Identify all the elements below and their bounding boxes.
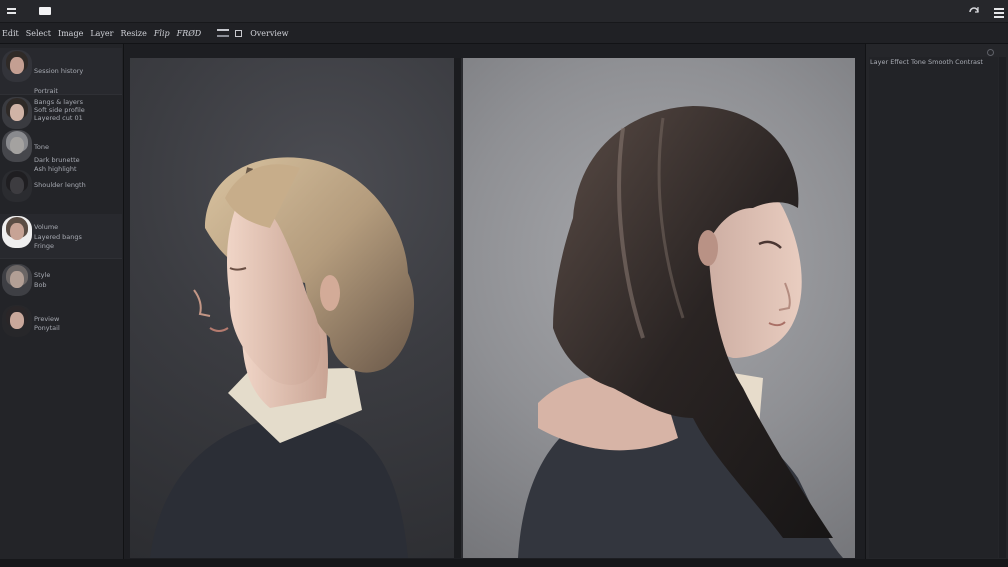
history-sidebar: Session history Portrait Bangs & layers … <box>0 44 124 559</box>
portrait-blonde-image <box>150 157 415 558</box>
refresh-icon[interactable] <box>966 4 982 18</box>
menu-icon[interactable] <box>991 4 1007 18</box>
menu-image[interactable]: Image <box>58 29 83 38</box>
history-item-label: Layered bangs <box>34 234 82 241</box>
menu-frod[interactable]: FRØD <box>177 29 202 38</box>
history-item-label: Ash highlight <box>34 166 77 173</box>
history-item-label: Shoulder length <box>34 182 86 189</box>
history-item[interactable]: Bangs & layers Soft side profile Layered… <box>0 95 122 131</box>
history-item-label: Bangs & layers <box>34 99 83 106</box>
history-item-label: Volume <box>34 224 59 231</box>
avatar <box>2 97 32 129</box>
avatar <box>2 264 32 296</box>
image-canvas-left[interactable] <box>130 58 454 558</box>
canvas-splitter[interactable] <box>454 58 461 558</box>
image-canvas-right[interactable] <box>461 58 855 558</box>
panel-content <box>869 57 998 558</box>
history-item-label: Style <box>34 272 51 279</box>
history-item[interactable]: Tone Dark brunette Ash highlight Shoulde… <box>0 130 122 212</box>
history-item-label: Session history <box>34 68 84 75</box>
square-icon[interactable] <box>235 29 243 37</box>
history-item[interactable]: Session history Portrait <box>0 48 122 95</box>
history-item-label: Layered cut 01 <box>34 115 83 122</box>
avatar <box>2 130 32 162</box>
layout-icon[interactable] <box>217 29 230 37</box>
menu-layer[interactable]: Layer <box>90 29 113 38</box>
menu-select[interactable]: Select <box>26 29 51 38</box>
properties-panel: Layer Effect Tone Smooth Contrast <box>865 44 1008 559</box>
info-icon[interactable] <box>987 49 994 56</box>
history-item-label: Ponytail <box>34 325 60 332</box>
divider <box>0 258 122 259</box>
history-item[interactable]: Volume Layered bangs Fringe <box>0 214 122 258</box>
history-item-label: Bob <box>34 282 47 289</box>
menu-flip[interactable]: Flip <box>154 29 170 38</box>
avatar <box>2 216 32 248</box>
workspace <box>125 44 865 559</box>
hamburger-icon[interactable] <box>4 4 20 18</box>
history-item-label: Fringe <box>34 243 54 250</box>
title-bar <box>0 0 1008 23</box>
history-item-label: Dark brunette <box>34 157 80 164</box>
avatar <box>2 305 32 337</box>
avatar <box>2 50 32 82</box>
history-item-label: Soft side profile <box>34 107 85 114</box>
history-item[interactable]: Style Bob <box>0 262 122 302</box>
avatar <box>2 170 32 202</box>
portrait-brunette-image <box>518 106 843 558</box>
status-bar <box>0 559 1008 567</box>
history-item-label: Tone <box>34 144 49 151</box>
history-item-label: Preview <box>34 316 60 323</box>
toolbar: Edit Select Image Layer Resize Flip FRØD… <box>0 23 1008 44</box>
panel-scrollbar[interactable] <box>999 57 1006 558</box>
panel-title: Layer Effect Tone Smooth Contrast <box>870 58 983 66</box>
menu-edit[interactable]: Edit <box>2 29 19 38</box>
overview-tab[interactable]: Overview <box>250 29 288 38</box>
menu-resize[interactable]: Resize <box>120 29 146 38</box>
history-item[interactable]: Preview Ponytail <box>0 304 122 340</box>
window-icon[interactable] <box>37 4 53 18</box>
